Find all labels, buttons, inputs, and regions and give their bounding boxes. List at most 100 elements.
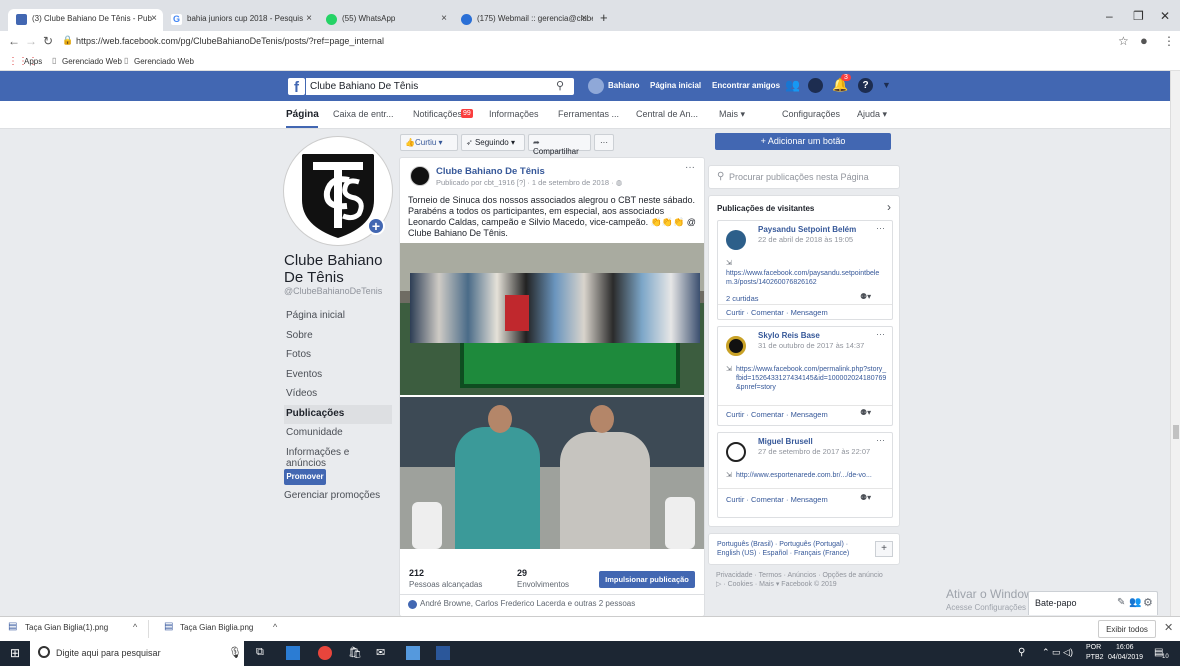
visitor-name[interactable]: Skylo Reis Base (758, 331, 820, 340)
options-icon[interactable]: ··· (876, 223, 885, 233)
dropdown-icon[interactable]: ▼ (882, 80, 891, 90)
taskbar-search-input[interactable]: Digite aqui para pesquisar (30, 641, 244, 666)
post-photo-group[interactable] (400, 243, 704, 395)
windows-start-icon[interactable]: ⊞ (10, 646, 20, 660)
author-avatar[interactable] (410, 166, 430, 186)
bookmark-item[interactable]: Gerenciado Web (62, 57, 122, 66)
boost-post-button[interactable]: Impulsionar publicação (599, 571, 695, 588)
author-name[interactable]: Clube Bahiano De Tênis (436, 166, 545, 177)
search-input[interactable]: Clube Bahiano De Tênis ⚲ (306, 78, 574, 95)
group-icon[interactable]: 👥 (1129, 597, 1141, 608)
visitor-actions[interactable]: Curtir · Comentar · Mensagem (726, 495, 828, 504)
task-view-icon[interactable]: ⧉ (256, 646, 264, 659)
tab-more[interactable]: Mais ▾ (719, 109, 745, 120)
visitor-actions[interactable]: Curtir · Comentar · Mensagem (726, 308, 828, 317)
tab-notifications[interactable]: Notificações (413, 109, 462, 119)
messenger-icon[interactable] (808, 78, 823, 93)
close-window-icon[interactable]: ✕ (1160, 9, 1170, 23)
tab-settings[interactable]: Configurações (782, 109, 840, 119)
page-search-input[interactable]: ⚲ Procurar publicações nesta Página (708, 165, 900, 189)
profile-icon[interactable]: ● (1140, 33, 1148, 48)
close-icon[interactable]: × (306, 13, 312, 24)
sidebar-item-videos[interactable]: Vídeos (284, 385, 392, 405)
word-icon[interactable] (436, 646, 450, 660)
add-button[interactable]: + Adicionar um botão (715, 133, 891, 150)
visitor-likes[interactable]: 2 curtidas (726, 294, 759, 303)
new-tab-button[interactable]: + (600, 10, 608, 25)
page-handle[interactable]: @ClubeBahianoDeTenis (284, 286, 382, 296)
avatar[interactable] (726, 442, 746, 462)
download-item[interactable]: Taça Gian Biglia(1).png (25, 623, 108, 632)
person-icon[interactable]: ⚲ (1018, 647, 1025, 658)
visibility-dropdown-icon[interactable]: ⚉▾ (860, 493, 871, 502)
likes-summary[interactable]: André Browne, Carlos Frederico Lacerda e… (420, 599, 635, 608)
add-photo-icon[interactable]: + (367, 217, 385, 235)
search-icon[interactable]: ⚲ (556, 79, 564, 92)
chat-bar[interactable]: Bate-papo ✎ 👥 ⚙ (1028, 591, 1158, 615)
avatar[interactable] (726, 230, 746, 250)
mail-icon[interactable]: ✉ (376, 646, 385, 659)
tab-inbox[interactable]: Caixa de entr... (333, 109, 394, 119)
scroll-thumb[interactable] (1173, 425, 1179, 439)
keyboard-layout[interactable]: PTB2 (1086, 654, 1104, 661)
user-link[interactable]: Bahiano (608, 81, 640, 90)
sidebar-item-info-ads[interactable]: Informações e anúncios (284, 444, 392, 469)
store-icon[interactable]: 🛍 (348, 646, 362, 659)
close-icon[interactable]: × (441, 13, 447, 24)
compose-icon[interactable]: ✎ (1117, 597, 1125, 608)
find-friends-link[interactable]: Encontrar amigos (712, 81, 780, 90)
home-link[interactable]: Página inicial (650, 81, 701, 90)
more-actions-button[interactable]: ··· (594, 134, 614, 151)
options-icon[interactable]: ··· (876, 435, 885, 445)
url-field[interactable]: 🔒 https://web.facebook.com/pg/ClubeBahia… (60, 33, 1100, 51)
bookmark-apps[interactable]: Apps (24, 57, 42, 66)
tab-tools[interactable]: Ferramentas ... (558, 109, 619, 119)
visitor-name[interactable]: Paysandu Setpoint Belém (758, 225, 856, 234)
visitor-post-link[interactable]: https://www.facebook.com/paysandu.setpoi… (726, 269, 886, 287)
facebook-logo-icon[interactable]: f (288, 78, 305, 96)
follow-button[interactable]: ➶ Seguindo ▾ (461, 134, 525, 151)
language-indicator[interactable]: POR (1086, 644, 1101, 651)
browser-tab[interactable]: G bahia juniors cup 2018 - Pesquis × (163, 9, 318, 31)
sidebar-item-photos[interactable]: Fotos (284, 346, 392, 366)
clock-date[interactable]: 04/04/2019 (1108, 654, 1143, 661)
chrome-icon[interactable] (318, 646, 332, 660)
visitor-post-link[interactable]: https://www.facebook.com/permalink.php?s… (736, 365, 888, 392)
tray-icons[interactable]: ⌃ ▭ ◁) (1042, 647, 1073, 658)
footer-links[interactable]: Privacidade · Termos · Anúncios · Opções… (716, 571, 886, 589)
avatar[interactable] (588, 78, 604, 94)
help-icon[interactable]: ? (858, 78, 873, 93)
browser-tab[interactable]: (3) Clube Bahiano De Tênis - Pub × (8, 9, 163, 31)
promote-button[interactable]: Promover (284, 469, 326, 485)
sidebar-item-community[interactable]: Comunidade (284, 424, 392, 444)
reload-icon[interactable]: ↻ (43, 34, 53, 48)
show-all-button[interactable]: Exibir todos (1098, 620, 1156, 638)
microphone-icon[interactable]: 🎙 (228, 646, 242, 659)
visibility-dropdown-icon[interactable]: ⚉▾ (860, 292, 871, 301)
bookmark-item[interactable]: Gerenciado Web (134, 57, 194, 66)
language-links[interactable]: Português (Brasil) · Português (Portugal… (717, 540, 867, 558)
like-button[interactable]: 👍Curtiu ▾ (400, 134, 458, 151)
tab-page[interactable]: Página (286, 109, 319, 120)
sidebar-item-events[interactable]: Eventos (284, 366, 392, 386)
back-icon[interactable]: ← (8, 34, 20, 48)
tab-about[interactable]: Informações (489, 109, 539, 119)
manage-promotions-link[interactable]: Gerenciar promoções (284, 490, 380, 501)
post-options-icon[interactable]: ··· (685, 162, 695, 173)
close-icon[interactable]: × (581, 13, 587, 24)
star-icon[interactable]: ☆ (1118, 34, 1129, 48)
tab-help[interactable]: Ajuda ▾ (857, 109, 887, 120)
visitor-post-link[interactable]: http://www.esportenarede.com.br/.../de-v… (736, 471, 888, 480)
page-scrollbar[interactable] (1170, 71, 1180, 616)
chevron-up-icon[interactable]: ^ (133, 622, 137, 632)
avatar[interactable] (726, 336, 746, 356)
download-item[interactable]: Taça Gian Biglia.png (180, 623, 253, 632)
post-photo-winners[interactable] (400, 397, 704, 549)
friend-requests-icon[interactable]: 👥 (785, 78, 800, 92)
tab-ad-center[interactable]: Central de An... (636, 109, 698, 119)
photos-icon[interactable] (406, 646, 420, 660)
browser-tab[interactable]: (175) Webmail :: gerencia@clube × (453, 9, 593, 31)
menu-icon[interactable]: ⋮ (1163, 34, 1175, 48)
visibility-dropdown-icon[interactable]: ⚉▾ (860, 408, 871, 417)
minimize-icon[interactable]: – (1106, 9, 1113, 23)
